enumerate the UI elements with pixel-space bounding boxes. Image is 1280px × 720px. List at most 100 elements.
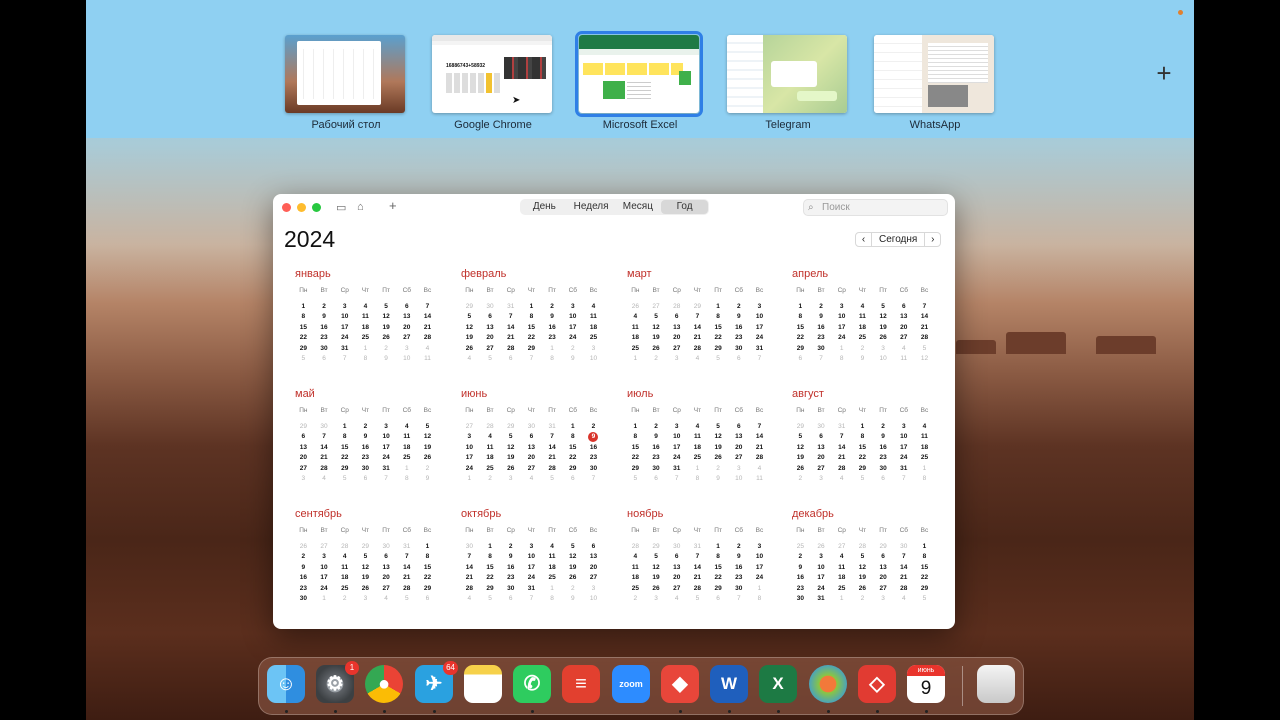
day-cell[interactable]: 10 [666, 432, 687, 442]
adjacent-day-cell[interactable]: 10 [583, 594, 604, 604]
day-cell[interactable]: 28 [749, 453, 770, 463]
day-cell[interactable]: 31 [521, 584, 542, 594]
whatsapp-icon[interactable]: ✆ [513, 665, 551, 703]
adjacent-day-cell[interactable]: 26 [625, 302, 646, 312]
day-cell[interactable]: 20 [376, 573, 397, 583]
day-cell[interactable]: 19 [873, 323, 894, 333]
adjacent-day-cell[interactable]: 4 [749, 464, 770, 474]
day-cell[interactable]: 15 [625, 443, 646, 453]
adjacent-day-cell[interactable]: 4 [376, 594, 397, 604]
day-cell[interactable]: 23 [583, 453, 604, 463]
day-cell[interactable]: 14 [831, 443, 852, 453]
day-cell[interactable]: 23 [542, 333, 563, 343]
trash-icon[interactable] [977, 665, 1015, 703]
day-cell[interactable]: 26 [417, 453, 438, 463]
day-cell[interactable]: 30 [355, 464, 376, 474]
day-cell[interactable]: 15 [914, 563, 935, 573]
adjacent-day-cell[interactable]: 30 [521, 422, 542, 432]
day-cell[interactable]: 26 [355, 584, 376, 594]
day-cell[interactable]: 17 [459, 453, 480, 463]
day-cell[interactable]: 31 [811, 594, 832, 604]
adjacent-day-cell[interactable]: 7 [334, 354, 355, 364]
day-cell[interactable]: 5 [646, 552, 667, 562]
day-cell[interactable]: 13 [293, 443, 314, 453]
day-cell[interactable]: 7 [500, 312, 521, 322]
day-cell[interactable]: 20 [811, 453, 832, 463]
day-cell[interactable]: 7 [417, 302, 438, 312]
day-cell[interactable]: 7 [831, 432, 852, 442]
adjacent-day-cell[interactable]: 3 [873, 594, 894, 604]
day-cell[interactable]: 19 [562, 563, 583, 573]
day-cell[interactable]: 2 [646, 422, 667, 432]
day-cell[interactable]: 30 [811, 344, 832, 354]
vivaldi-icon[interactable] [809, 665, 847, 703]
day-cell[interactable]: 5 [562, 542, 583, 552]
day-cell[interactable]: 19 [646, 573, 667, 583]
day-cell[interactable]: 31 [749, 344, 770, 354]
day-cell[interactable]: 12 [562, 552, 583, 562]
adjacent-day-cell[interactable]: 26 [293, 542, 314, 552]
day-cell[interactable]: 5 [500, 432, 521, 442]
day-cell[interactable]: 29 [852, 464, 873, 474]
day-cell[interactable]: 27 [873, 584, 894, 594]
day-cell[interactable]: 24 [831, 333, 852, 343]
day-cell[interactable]: 15 [562, 443, 583, 453]
day-cell[interactable]: 28 [417, 333, 438, 343]
day-cell[interactable]: 1 [708, 302, 729, 312]
adjacent-day-cell[interactable]: 8 [687, 474, 708, 484]
day-cell[interactable]: 22 [625, 453, 646, 463]
day-cell[interactable]: 15 [293, 323, 314, 333]
day-cell[interactable]: 2 [500, 542, 521, 552]
day-cell[interactable]: 20 [480, 333, 501, 343]
day-cell[interactable]: 11 [334, 563, 355, 573]
day-cell[interactable]: 14 [459, 563, 480, 573]
adjacent-day-cell[interactable]: 4 [831, 474, 852, 484]
day-cell[interactable]: 8 [562, 432, 583, 442]
adjacent-day-cell[interactable]: 1 [314, 594, 335, 604]
day-cell[interactable]: 19 [417, 443, 438, 453]
day-cell[interactable]: 4 [625, 552, 646, 562]
day-cell[interactable]: 14 [314, 443, 335, 453]
day-cell[interactable]: 15 [790, 323, 811, 333]
day-cell[interactable]: 8 [852, 432, 873, 442]
day-cell[interactable]: 12 [646, 563, 667, 573]
day-cell[interactable]: 30 [728, 344, 749, 354]
adjacent-day-cell[interactable]: 2 [480, 474, 501, 484]
day-cell[interactable]: 29 [521, 344, 542, 354]
day-cell[interactable]: 4 [914, 422, 935, 432]
day-cell[interactable]: 10 [893, 432, 914, 442]
add-space-button[interactable]: + [1154, 60, 1174, 86]
day-cell[interactable]: 29 [562, 464, 583, 474]
day-cell[interactable]: 7 [749, 422, 770, 432]
adjacent-day-cell[interactable]: 3 [646, 594, 667, 604]
day-cell[interactable]: 29 [708, 344, 729, 354]
day-cell[interactable]: 20 [396, 323, 417, 333]
day-cell[interactable]: 9 [293, 563, 314, 573]
adjacent-day-cell[interactable]: 3 [728, 464, 749, 474]
settings-icon[interactable]: ⚙ 1 [316, 661, 359, 703]
adjacent-day-cell[interactable]: 27 [314, 542, 335, 552]
month-8[interactable]: август Пн Вт Ср Чт Пт Сб Вс 29 30 31 1 2 3 4 5 6 7 8 9 10 11 1… [790, 388, 930, 484]
adjacent-day-cell[interactable]: 8 [831, 354, 852, 364]
day-cell[interactable]: 1 [914, 542, 935, 552]
prev-year-button[interactable]: ‹ [856, 233, 871, 246]
adjacent-day-cell[interactable]: 29 [790, 422, 811, 432]
day-cell[interactable]: 23 [646, 453, 667, 463]
month-7[interactable]: июль Пн Вт Ср Чт Пт Сб Вс 1 2 3 4 5 6 7 8 9 10 11 12 13 14 15 1… [625, 388, 765, 484]
day-cell[interactable]: 31 [666, 464, 687, 474]
adjacent-day-cell[interactable]: 4 [893, 594, 914, 604]
day-cell[interactable]: 21 [914, 323, 935, 333]
day-cell[interactable]: 3 [893, 422, 914, 432]
adjacent-day-cell[interactable]: 5 [708, 354, 729, 364]
adjacent-day-cell[interactable]: 31 [396, 542, 417, 552]
day-cell[interactable]: 6 [666, 312, 687, 322]
day-cell[interactable]: 6 [811, 432, 832, 442]
day-cell[interactable]: 21 [417, 323, 438, 333]
day-cell[interactable]: 17 [562, 323, 583, 333]
day-cell[interactable]: 13 [376, 563, 397, 573]
day-cell[interactable]: 16 [790, 573, 811, 583]
adjacent-day-cell[interactable]: 5 [334, 474, 355, 484]
day-cell[interactable]: 10 [334, 312, 355, 322]
day-cell[interactable]: 28 [314, 464, 335, 474]
month-11[interactable]: ноябрь Пн Вт Ср Чт Пт Сб Вс 28 29 30 31 1 2 3 4 5 6 7 8 9 10 1… [625, 508, 765, 604]
